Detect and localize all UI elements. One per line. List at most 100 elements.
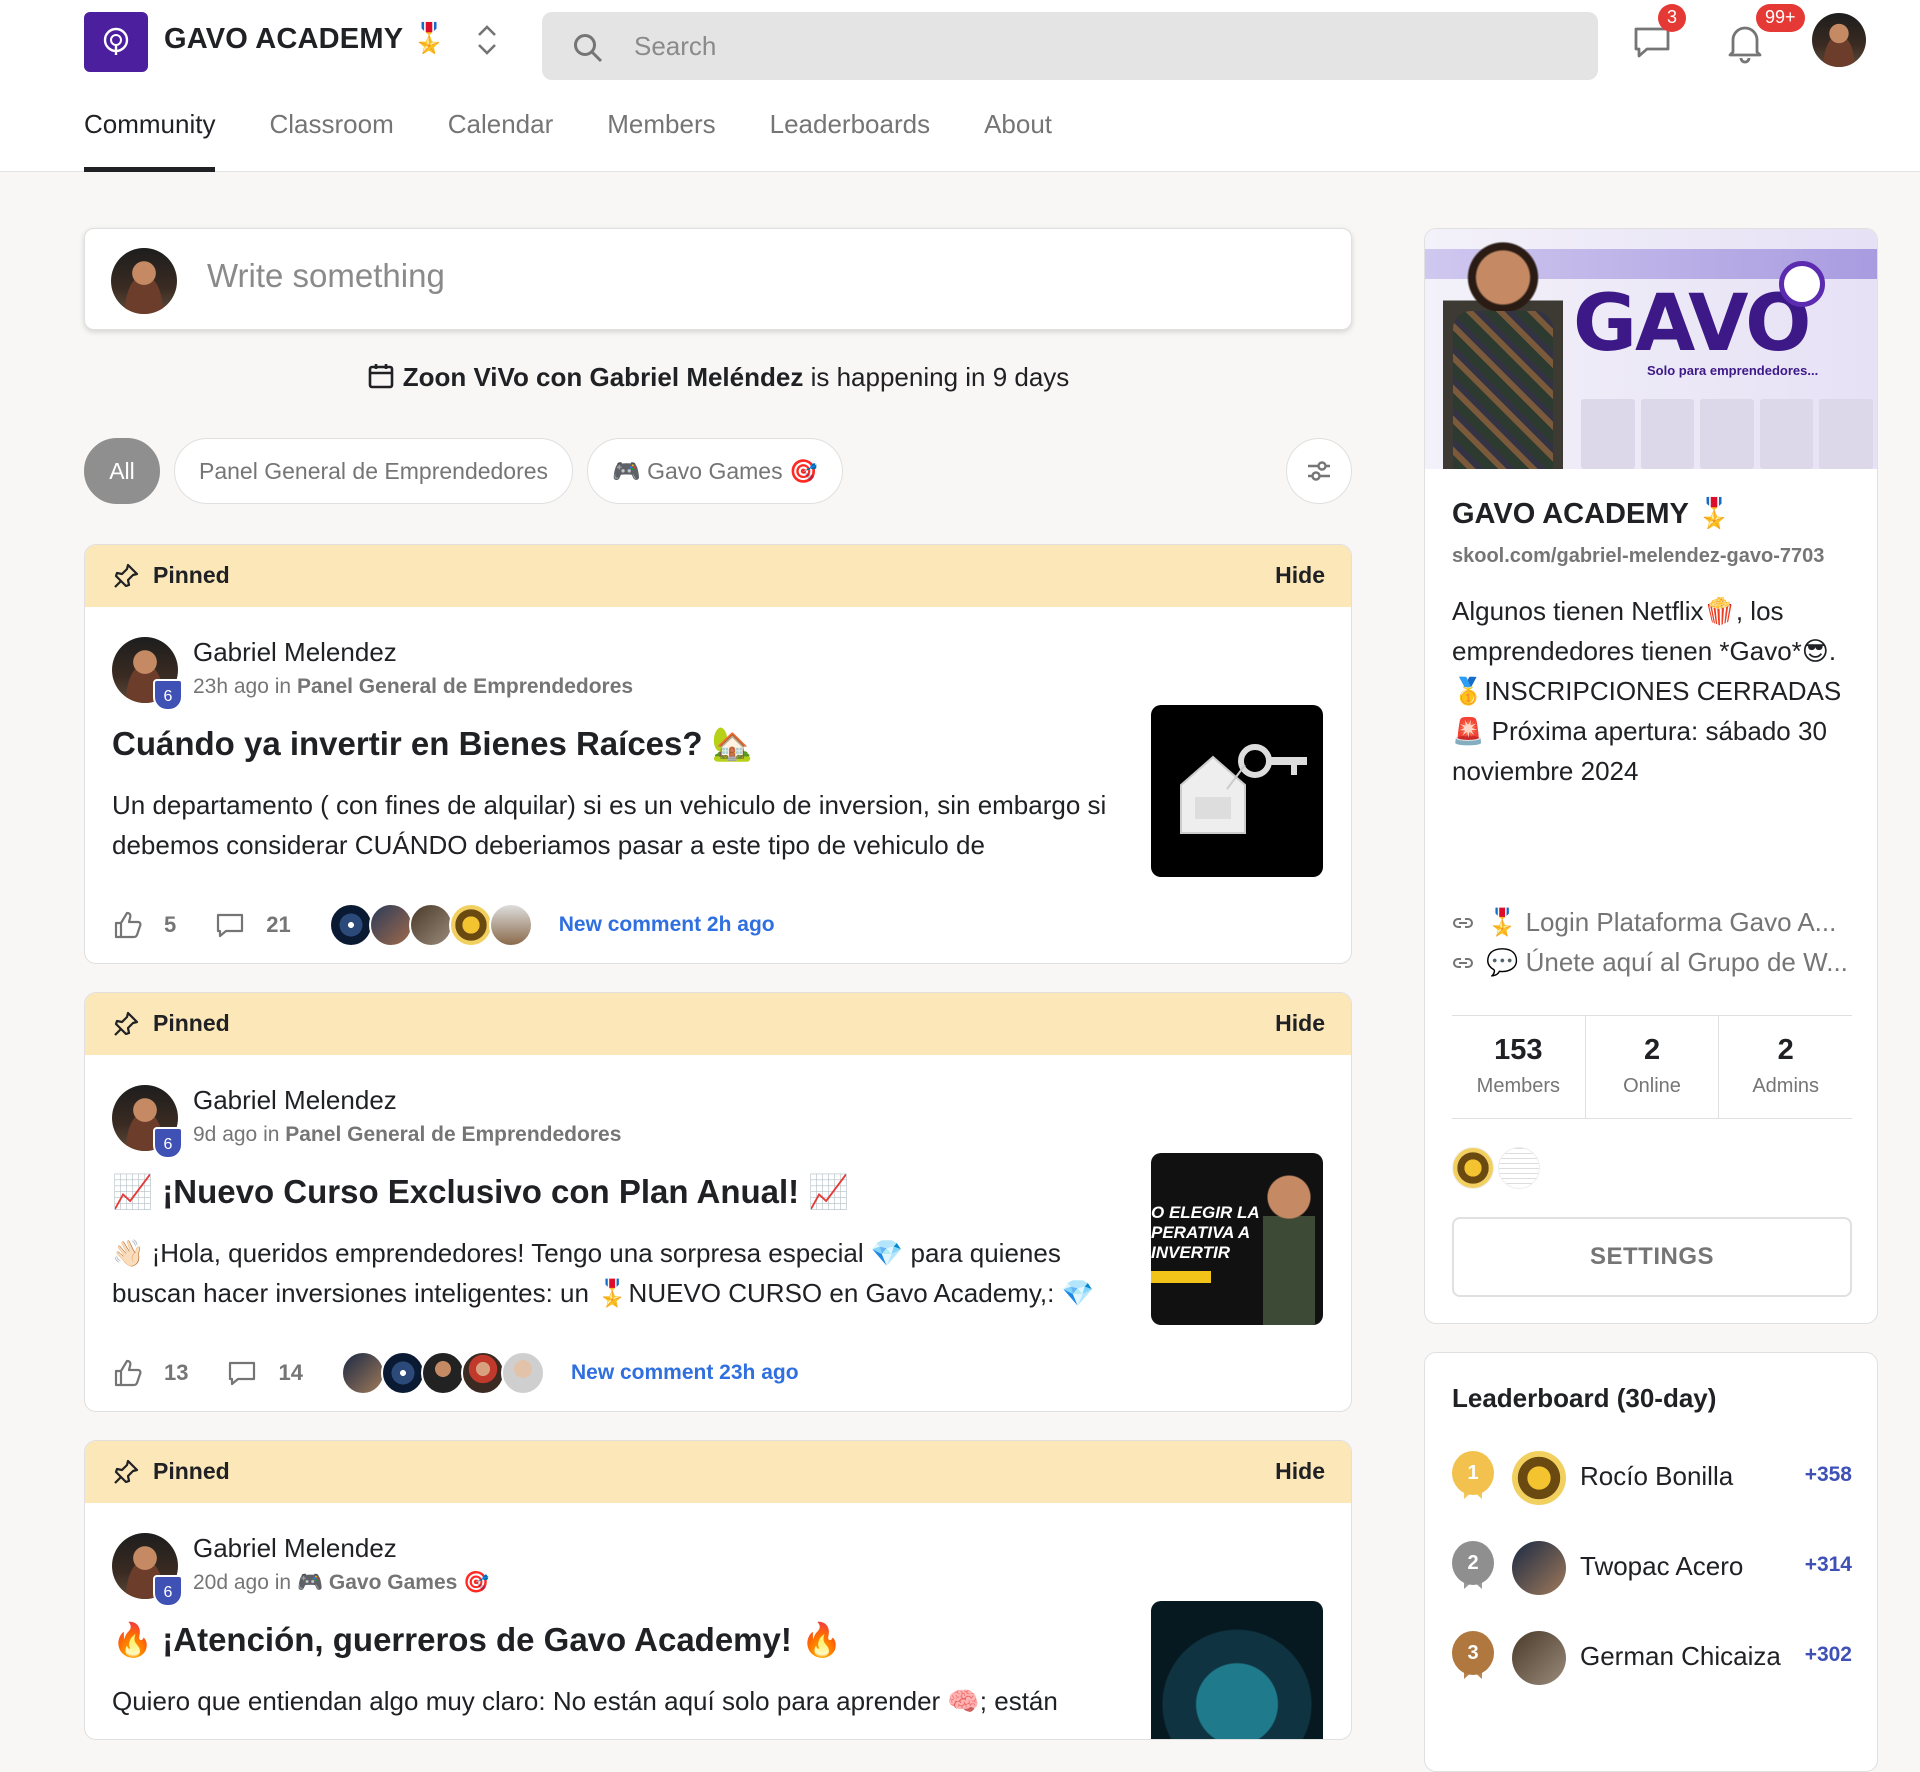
- comment-count: 21: [266, 912, 291, 937]
- medal-icon: 2: [1452, 1541, 1494, 1589]
- rank: 1: [1467, 1462, 1479, 1484]
- post-meta: 20d ago in 🎮 Gavo Games 🎯: [193, 1571, 489, 1595]
- member-name[interactable]: Rocío Bonilla: [1580, 1461, 1733, 1492]
- post-category[interactable]: 🎮 Gavo Games 🎯: [297, 1571, 489, 1594]
- member-points: +314: [1804, 1553, 1852, 1576]
- filter-gavo-games[interactable]: 🎮 Gavo Games 🎯: [587, 438, 843, 504]
- pinned-bar: Pinned Hide: [85, 993, 1351, 1055]
- leaderboard-row[interactable]: 2 Twopac Acero +314: [1452, 1541, 1852, 1597]
- member-avatar[interactable]: [1512, 1631, 1566, 1685]
- pin-icon: [114, 1459, 139, 1484]
- search-bar[interactable]: [542, 12, 1598, 80]
- stat-label: Online: [1623, 1075, 1681, 1097]
- post-title[interactable]: 📈 ¡Nuevo Curso Exclusivo con Plan Anual!…: [112, 1173, 849, 1212]
- leaderboard-row[interactable]: 1 Rocío Bonilla +358: [1452, 1451, 1852, 1507]
- admin-avatars[interactable]: [1452, 1147, 1540, 1189]
- post-actions: 5 21 New comment 2h ago: [112, 903, 775, 947]
- tab-leaderboards[interactable]: Leaderboards: [770, 102, 930, 172]
- comment-icon[interactable]: [214, 909, 246, 941]
- stat-value: 153: [1494, 1034, 1543, 1066]
- tab-calendar[interactable]: Calendar: [448, 102, 554, 172]
- search-input[interactable]: [634, 12, 1534, 80]
- author-name[interactable]: Gabriel Melendez: [193, 1085, 397, 1116]
- hide-button[interactable]: Hide: [1275, 562, 1325, 589]
- level-badge: 6: [153, 1127, 183, 1159]
- medal-icon: 1: [1452, 1451, 1494, 1499]
- member-avatar[interactable]: [1512, 1541, 1566, 1595]
- group-logo[interactable]: [84, 12, 148, 72]
- pin-icon: [114, 563, 139, 588]
- hide-button[interactable]: Hide: [1275, 1458, 1325, 1485]
- filter-settings-button[interactable]: [1286, 438, 1352, 504]
- level-badge: 6: [153, 679, 183, 711]
- tab-about[interactable]: About: [984, 102, 1052, 172]
- post-body[interactable]: Quiero que entiendan algo muy claro: No …: [112, 1681, 1122, 1721]
- group-link-label[interactable]: 💬 Únete aquí al Grupo de W...: [1486, 947, 1848, 977]
- composer-placeholder[interactable]: Write something: [207, 257, 445, 295]
- post-title[interactable]: 🔥 ¡Atención, guerreros de Gavo Academy! …: [112, 1621, 842, 1660]
- pinned-label: Pinned: [153, 562, 230, 588]
- link-icon: [1453, 918, 1473, 928]
- filter-panel-general[interactable]: Panel General de Emprendedores: [174, 438, 574, 504]
- group-cover-image[interactable]: GAVO Solo para emprendedores...: [1425, 229, 1877, 469]
- link-icon: [1453, 958, 1473, 968]
- member-name[interactable]: Twopac Acero: [1580, 1551, 1743, 1582]
- post-card[interactable]: Pinned Hide 6 Gabriel Melendez 23h ago i…: [84, 544, 1352, 964]
- commenter-avatars[interactable]: [340, 1351, 545, 1395]
- tab-community[interactable]: Community: [84, 102, 216, 172]
- group-name[interactable]: GAVO ACADEMY 🎖️: [164, 18, 447, 60]
- settings-button[interactable]: SETTINGS: [1452, 1217, 1852, 1297]
- notifications-badge: 99+: [1756, 4, 1805, 32]
- post-thumbnail[interactable]: [1151, 1601, 1323, 1739]
- post-time: 23h ago in: [193, 675, 297, 698]
- lightbulb-icon: [103, 27, 129, 55]
- hide-button[interactable]: Hide: [1275, 1010, 1325, 1037]
- post-body[interactable]: 👋🏻 ¡Hola, queridos emprendedores! Tengo …: [112, 1233, 1122, 1313]
- member-name[interactable]: German Chicaiza: [1580, 1641, 1781, 1672]
- post-card[interactable]: Pinned Hide 6 Gabriel Melendez 20d ago i…: [84, 1440, 1352, 1740]
- stat-admins[interactable]: 2 Admins: [1719, 1016, 1852, 1118]
- like-icon[interactable]: [112, 909, 144, 941]
- leaderboard-title[interactable]: Leaderboard (30-day): [1452, 1383, 1716, 1414]
- post-composer[interactable]: Write something: [84, 228, 1352, 330]
- event-title[interactable]: Zoon ViVo con Gabriel Meléndez: [403, 362, 804, 392]
- post-card[interactable]: Pinned Hide 6 Gabriel Melendez 9d ago in…: [84, 992, 1352, 1412]
- tab-classroom[interactable]: Classroom: [269, 102, 393, 172]
- rank: 3: [1467, 1642, 1479, 1664]
- post-thumbnail[interactable]: [1151, 705, 1323, 877]
- leaderboard-row[interactable]: 3 German Chicaiza +302: [1452, 1631, 1852, 1687]
- filter-all[interactable]: All: [84, 438, 160, 504]
- user-avatar[interactable]: [1812, 13, 1866, 67]
- post-meta: 9d ago in Panel General de Emprendedores: [193, 1123, 621, 1147]
- post-meta: 23h ago in Panel General de Emprendedore…: [193, 675, 633, 699]
- post-category[interactable]: Panel General de Emprendedores: [297, 675, 633, 698]
- group-switcher-icon[interactable]: [470, 20, 504, 60]
- post-thumbnail[interactable]: O ELEGIR LA PERATIVA A INVERTIR: [1151, 1153, 1323, 1325]
- group-link-login[interactable]: 🎖️ Login Plataforma Gavo A...: [1452, 907, 1836, 938]
- new-comment-link[interactable]: New comment 23h ago: [571, 1361, 799, 1385]
- stat-members[interactable]: 153 Members: [1452, 1016, 1586, 1118]
- post-category[interactable]: Panel General de Emprendedores: [285, 1123, 621, 1146]
- upcoming-event-banner[interactable]: Zoon ViVo con Gabriel Meléndez is happen…: [84, 362, 1352, 393]
- group-link-label[interactable]: 🎖️ Login Plataforma Gavo A...: [1486, 907, 1836, 937]
- calendar-icon: [368, 364, 393, 389]
- author-name[interactable]: Gabriel Melendez: [193, 637, 397, 668]
- comment-icon[interactable]: [226, 1357, 258, 1389]
- post-body[interactable]: Un departamento ( con fines de alquilar)…: [112, 785, 1122, 865]
- pinned-label: Pinned: [153, 1010, 230, 1036]
- post-title[interactable]: Cuándo ya invertir en Bienes Raíces? 🏡: [112, 725, 753, 764]
- thumbnail-caption: O ELEGIR LA PERATIVA A INVERTIR: [1151, 1203, 1259, 1262]
- group-link-whatsapp[interactable]: 💬 Únete aquí al Grupo de W...: [1452, 947, 1848, 978]
- stat-label: Members: [1476, 1075, 1561, 1097]
- member-avatar[interactable]: [1512, 1451, 1566, 1505]
- new-comment-link[interactable]: New comment 2h ago: [559, 913, 775, 937]
- group-url[interactable]: skool.com/gabriel-melendez-gavo-7703: [1452, 545, 1824, 568]
- post-time: 20d ago in: [193, 1571, 297, 1594]
- top-bar: GAVO ACADEMY 🎖️ 3 99+ Community Classroo…: [0, 0, 1920, 172]
- like-icon[interactable]: [112, 1357, 144, 1389]
- author-name[interactable]: Gabriel Melendez: [193, 1533, 397, 1564]
- pin-icon: [114, 1011, 139, 1036]
- stat-online[interactable]: 2 Online: [1586, 1016, 1720, 1118]
- tab-members[interactable]: Members: [607, 102, 715, 172]
- commenter-avatars[interactable]: [328, 903, 533, 947]
